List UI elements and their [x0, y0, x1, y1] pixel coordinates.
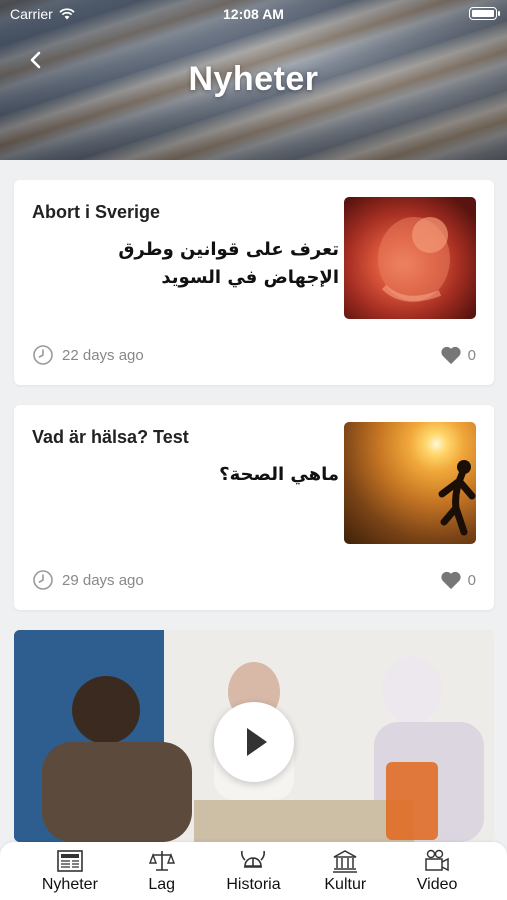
article-title: Abort i Sverige: [32, 202, 161, 222]
viking-helmet-icon: [241, 850, 266, 868]
tab-nyheter[interactable]: Nyheter: [25, 842, 115, 900]
article-card[interactable]: Vad är hälsa? Test ماهي الصحة؟ 29 days a…: [14, 405, 494, 610]
like-count: 0: [467, 347, 476, 364]
clock-icon: [33, 570, 53, 590]
status-time: 12:08 AM: [223, 6, 284, 22]
play-button[interactable]: [214, 702, 294, 782]
heart-icon[interactable]: [440, 570, 462, 590]
museum-icon: [333, 850, 358, 873]
article-card[interactable]: Abort i Sverige تعرف على قوانين وطرق الإ…: [14, 180, 494, 385]
scales-icon: [148, 851, 175, 871]
tab-label: Historia: [226, 876, 281, 893]
tab-label: Nyheter: [41, 876, 98, 893]
tab-lag[interactable]: Lag: [117, 842, 207, 900]
newspaper-icon: [57, 850, 83, 872]
like-count: 0: [467, 572, 476, 589]
video-card[interactable]: [14, 630, 494, 842]
status-bar: Carrier 12:08 AM: [0, 0, 507, 28]
article-subtitle: ماهي الصحة؟: [219, 464, 339, 485]
article-thumbnail: [344, 422, 476, 544]
article-thumbnail: [344, 197, 476, 319]
article-date: 29 days ago: [62, 572, 144, 589]
tab-label: Video: [416, 876, 458, 893]
tab-video[interactable]: Video: [392, 842, 482, 900]
clock-icon: [33, 345, 53, 365]
tab-label: Kultur: [324, 876, 367, 893]
article-date: 22 days ago: [62, 347, 144, 364]
tab-label: Lag: [148, 876, 176, 893]
battery-icon: [469, 7, 500, 20]
tab-bar: Nyheter Lag Historia Kultur Video: [0, 842, 507, 900]
article-subtitle: تعرف على قوانين وطرق الإجهاض في السويد: [118, 239, 339, 288]
page-title: Nyheter: [188, 60, 319, 98]
video-camera-icon: [425, 849, 449, 872]
tab-kultur[interactable]: Kultur: [300, 842, 390, 900]
article-title: Vad är hälsa? Test: [32, 427, 189, 447]
heart-icon[interactable]: [440, 345, 462, 365]
tab-historia[interactable]: Historia: [208, 842, 298, 900]
